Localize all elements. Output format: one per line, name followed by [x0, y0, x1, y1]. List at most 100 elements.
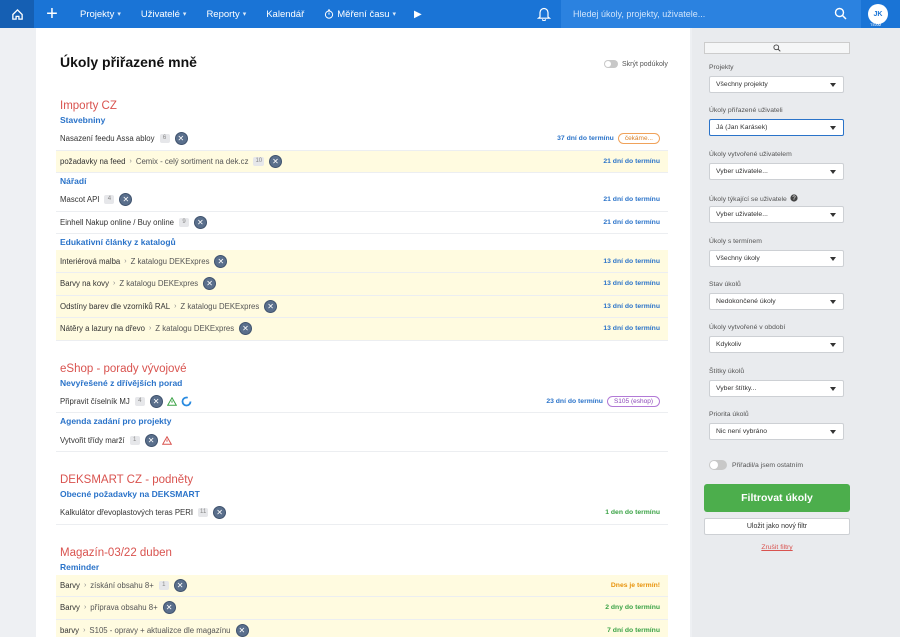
section-heading[interactable]: Edukativní články z katalogů: [56, 234, 668, 250]
search-input[interactable]: [561, 9, 821, 19]
task-name[interactable]: Odstíny barev dle vzorníků RAL: [60, 302, 170, 311]
filter-label-text: Úkoly vytvořené v období: [709, 324, 786, 332]
task-name[interactable]: Kalkulátor dřevoplastových teras PERI: [60, 508, 193, 517]
hide-subtasks-toggle[interactable]: Skrýt podúkoly: [604, 60, 668, 68]
task-parent[interactable]: Cemix - celý sortiment na dek.cz: [136, 157, 249, 166]
task-name[interactable]: Nasazení feedu Assa abloy: [60, 134, 155, 143]
project-heading[interactable]: Magazín-03/22 duben: [56, 535, 668, 559]
section-heading[interactable]: Nářadí: [56, 173, 668, 189]
filter-label: Stav úkolů: [709, 281, 741, 288]
filter-select[interactable]: Nedokončené úkoly: [709, 293, 844, 310]
task-name[interactable]: barvy: [60, 626, 79, 635]
task-name[interactable]: Mascot API: [60, 195, 99, 204]
task-parent[interactable]: Z katalogu DEKExpres: [131, 257, 210, 266]
task-row[interactable]: Barvy na kovy›Z katalogu DEKExpres 13 dní…: [56, 272, 668, 296]
caret-down-icon: [830, 213, 836, 218]
task-name[interactable]: Interiérová malba: [60, 257, 120, 266]
nav-reporty[interactable]: Reporty ▾: [196, 0, 256, 28]
start-timer-button[interactable]: ▶: [406, 9, 430, 20]
project-heading[interactable]: DEKSMART CZ - podněty: [56, 462, 668, 486]
section-heading[interactable]: Nevyřešené z dřívějších porad: [56, 375, 668, 391]
section-heading[interactable]: Stavebniny: [56, 112, 668, 128]
task-row[interactable]: Barvy›příprava obsahu 8+ 2 dny do termínu: [56, 597, 668, 620]
task-row[interactable]: Interiérová malba › Z katalogu DEKExpres 13…: [56, 250, 668, 273]
task-row[interactable]: barvy › S105 - opravy + aktualizce dle mag…: [56, 619, 668, 637]
help-icon[interactable]: ?: [790, 194, 798, 204]
task-row[interactable]: Kalkulátor dřevoplastových teras PERI 11 1…: [56, 502, 668, 525]
task-name[interactable]: Vytvořit třídy marží: [60, 436, 125, 445]
task-parent[interactable]: příprava obsahu 8+: [90, 603, 157, 612]
filter-select-value: Vyber uživatele...: [716, 211, 768, 219]
filter-select[interactable]: Vyber uživatele...: [709, 206, 844, 224]
search-bar: [561, 0, 861, 28]
task-tag-badge[interactable]: čekáme...: [617, 133, 660, 145]
nav-time-tracking[interactable]: Měření času ▾: [314, 0, 406, 28]
due-date-text: 13 dní do termínu: [603, 325, 660, 333]
due-date: 13 dní do termínu: [603, 258, 660, 265]
assignee-avatar: [144, 433, 158, 447]
filter-panel-collapse[interactable]: [704, 42, 850, 54]
toggle-switch[interactable]: [709, 460, 727, 470]
task-name[interactable]: Barvy na kovy: [60, 279, 109, 288]
chevron-down-icon: ▾: [117, 11, 121, 18]
notifications-button[interactable]: [536, 6, 552, 26]
task-row[interactable]: Vytvořit třídy marží 1: [56, 429, 668, 452]
nav-projekty[interactable]: Projekty ▾: [70, 0, 131, 28]
task-name[interactable]: požadavky na feed: [60, 157, 125, 166]
caret-down-icon: [830, 386, 836, 391]
filter-label: Štítky úkolů: [709, 368, 744, 375]
filter-label: Projekty: [709, 64, 734, 71]
due-date-text: 2 dny do termínu: [605, 604, 660, 612]
nav-uzivatele[interactable]: Uživatelé ▾: [131, 0, 197, 28]
task-tag-badge[interactable]: S105 (eshop): [606, 396, 660, 408]
home-button[interactable]: [0, 0, 34, 28]
due-date-text: 37 dní do termínu: [557, 135, 614, 143]
task-parent[interactable]: získání obsahu 8+: [90, 581, 154, 590]
filter-select[interactable]: Nic není vybráno: [709, 423, 844, 441]
task-row[interactable]: Nátěry a lazury na dřevo › Z katalogu DEKE…: [56, 318, 668, 341]
task-parent[interactable]: S105 - opravy + aktualizce dle magazínu: [89, 626, 230, 635]
toggle-label: Skrýt podúkoly: [622, 60, 668, 68]
filter-tasks-button[interactable]: Filtrovat úkoly: [704, 484, 850, 512]
progress-ring-icon: [181, 396, 192, 407]
task-name[interactable]: Barvy: [60, 603, 80, 612]
project-heading[interactable]: Importy CZ: [56, 88, 668, 112]
task-parent[interactable]: Z katalogu DEKExpres: [155, 324, 234, 333]
add-button[interactable]: +: [34, 0, 70, 28]
task-row[interactable]: Odstíny barev dle vzorníků RAL › Z katalog…: [56, 295, 668, 319]
save-filter-button[interactable]: Uložit jako nový filtr: [704, 518, 850, 535]
user-avatar[interactable]: JK: [868, 4, 888, 24]
task-row[interactable]: Připravit číselník MJ 4 23 dní do termínuS…: [56, 391, 668, 414]
subtask-count-badge: 10: [253, 156, 265, 166]
filter-select[interactable]: Vyber štítky...: [709, 379, 844, 397]
section-heading[interactable]: Agenda zadání pro projekty: [56, 413, 668, 429]
task-name[interactable]: Nátěry a lazury na dřevo: [60, 324, 145, 333]
task-row[interactable]: Nasazení feedu Assa abloy 6 37 dní do term…: [56, 128, 668, 151]
project-heading[interactable]: eShop - porady vývojové: [56, 351, 668, 375]
task-parent[interactable]: Z katalogu DEKExpres: [180, 302, 259, 311]
filter-select-value: Vyber uživatele...: [716, 167, 768, 175]
task-row[interactable]: Mascot API 4 21 dní do termínu: [56, 189, 668, 212]
assigned-by-me-toggle[interactable]: Přiřadil/a jsem ostatním: [709, 460, 803, 470]
task-name[interactable]: Einhell Nakup online / Buy online: [60, 218, 174, 227]
task-name[interactable]: Připravit číselník MJ: [60, 397, 130, 406]
task-name[interactable]: Barvy: [60, 581, 80, 590]
task-row[interactable]: požadavky na feed › Cemix - celý sortiment…: [56, 150, 668, 174]
section-heading[interactable]: Obecné požadavky na DEKSMART: [56, 486, 668, 502]
stopwatch-icon: [325, 9, 334, 19]
filter-select[interactable]: Vyber uživatele...: [709, 162, 844, 180]
section-heading[interactable]: Reminder: [56, 559, 668, 575]
filter-select[interactable]: Všechny úkoly: [709, 249, 844, 267]
filter-select[interactable]: Kdykoliv: [709, 336, 844, 354]
toggle-switch[interactable]: [604, 60, 618, 68]
task-parent[interactable]: Z katalogu DEKExpres: [119, 279, 198, 288]
cancel-filters-link[interactable]: Zrušit filtry: [692, 544, 862, 551]
filter-select[interactable]: Všechny projekty: [709, 76, 844, 93]
task-row[interactable]: Einhell Nakup online / Buy online 9 21 dní…: [56, 212, 668, 235]
task-row[interactable]: Barvy›získání obsahu 8+ 1 Dnes je termín!: [56, 574, 668, 598]
filter-select-value: Nedokončené úkoly: [716, 298, 776, 305]
nav-kalendar[interactable]: Kalendář: [256, 0, 314, 28]
assignee-avatar: [162, 601, 176, 615]
filter-select[interactable]: Já (Jan Karásek): [709, 119, 844, 137]
search-icon[interactable]: [834, 7, 847, 20]
